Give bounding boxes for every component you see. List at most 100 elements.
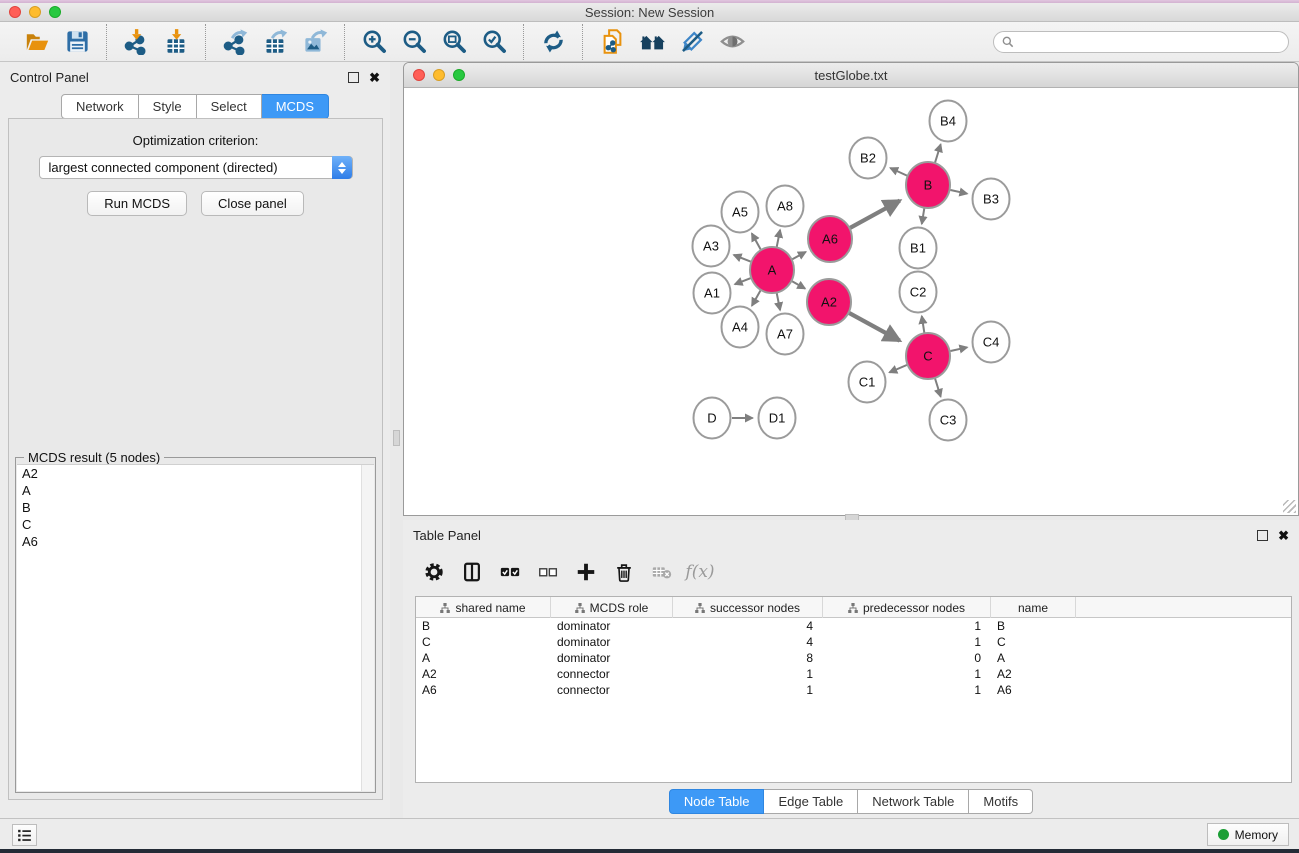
zoom-fit-button[interactable] (434, 25, 474, 59)
vertical-splitter[interactable] (390, 62, 403, 818)
node-B3[interactable]: B3 (973, 179, 1010, 220)
node-A7[interactable]: A7 (767, 314, 804, 355)
column-header-MCDS-role[interactable]: MCDS role (551, 597, 673, 618)
columns-button[interactable] (455, 555, 489, 589)
edge-A-A8[interactable] (777, 230, 781, 248)
table-row[interactable]: A2connector11A2 (416, 666, 1291, 682)
mcds-result-item[interactable]: A (17, 482, 374, 499)
network-document-button[interactable] (592, 25, 632, 59)
delete-button[interactable] (607, 555, 641, 589)
refresh-button[interactable] (533, 25, 573, 59)
edge-C-C2[interactable] (922, 316, 925, 333)
zoom-in-button[interactable] (354, 25, 394, 59)
edge-B-B2[interactable] (890, 168, 907, 176)
edge-A-A6[interactable] (792, 252, 806, 259)
export-table-button[interactable] (255, 25, 295, 59)
edge-A-A4[interactable] (752, 290, 761, 306)
node-A[interactable]: A (750, 247, 794, 293)
export-network-button[interactable] (215, 25, 255, 59)
node-D[interactable]: D (694, 398, 731, 439)
node-A6[interactable]: A6 (808, 216, 852, 262)
edge-C-C4[interactable] (951, 347, 968, 351)
search-input[interactable] (993, 31, 1289, 53)
node-C4[interactable]: C4 (973, 322, 1010, 363)
home-pair-button[interactable] (632, 25, 672, 59)
add-column-button[interactable] (569, 555, 603, 589)
close-panel-icon[interactable]: ✖ (369, 72, 380, 83)
import-table-button[interactable] (156, 25, 196, 59)
scrollbar-track[interactable] (361, 465, 374, 791)
column-header-name[interactable]: name (991, 597, 1076, 618)
zoom-selected-button[interactable] (474, 25, 514, 59)
table-row[interactable]: A6connector11A6 (416, 682, 1291, 698)
tab-network[interactable]: Network (61, 94, 139, 119)
tab-motifs[interactable]: Motifs (969, 789, 1033, 814)
node-B1[interactable]: B1 (900, 228, 937, 269)
open-session-button[interactable] (17, 25, 57, 59)
import-network-button[interactable] (116, 25, 156, 59)
node-A3[interactable]: A3 (693, 226, 730, 267)
node-A4[interactable]: A4 (722, 307, 759, 348)
hide-annotations-button[interactable] (672, 25, 712, 59)
mcds-result-list[interactable]: A2ABCA6 (17, 464, 374, 791)
close-table-panel-icon[interactable]: ✖ (1278, 530, 1289, 541)
main-titlebar[interactable]: Session: New Session (0, 3, 1299, 22)
zoom-out-button[interactable] (394, 25, 434, 59)
edge-C-C3[interactable] (935, 378, 941, 397)
splitter-grip[interactable] (393, 430, 400, 446)
deselect-all-button[interactable] (531, 555, 565, 589)
edge-A2-C[interactable] (849, 313, 900, 341)
edge-B-B1[interactable] (922, 208, 925, 224)
edge-A6-B[interactable] (850, 201, 900, 228)
node-D1[interactable]: D1 (759, 398, 796, 439)
float-panel-icon[interactable] (348, 72, 359, 83)
node-C2[interactable]: C2 (900, 272, 937, 313)
resize-grip-icon[interactable] (1283, 500, 1296, 513)
node-C[interactable]: C (906, 333, 950, 379)
select-all-button[interactable] (493, 555, 527, 589)
gear-button[interactable] (417, 555, 451, 589)
node-C1[interactable]: C1 (849, 362, 886, 403)
edge-C-C1[interactable] (889, 365, 906, 372)
tab-mcds[interactable]: MCDS (262, 94, 329, 119)
mcds-result-item[interactable]: A2 (17, 465, 374, 482)
column-header-predecessor-nodes[interactable]: predecessor nodes (823, 597, 991, 618)
edge-B-B4[interactable] (935, 144, 941, 163)
float-table-panel-icon[interactable] (1257, 530, 1268, 541)
edge-A-A2[interactable] (792, 281, 805, 288)
edge-A-A3[interactable] (734, 255, 751, 262)
task-history-button[interactable] (12, 824, 37, 846)
node-A5[interactable]: A5 (722, 192, 759, 233)
mcds-result-item[interactable]: B (17, 499, 374, 516)
edge-B-B3[interactable] (951, 190, 968, 194)
table-row[interactable]: Cdominator41C (416, 634, 1291, 650)
tab-node-table[interactable]: Node Table (669, 789, 765, 814)
node-B4[interactable]: B4 (930, 101, 967, 142)
table-row[interactable]: Bdominator41B (416, 618, 1291, 634)
table-row[interactable]: Adominator80A (416, 650, 1291, 666)
optimization-criterion-dropdown[interactable]: largest connected component (directed) (39, 156, 353, 179)
network-canvas[interactable]: B4 B2 B B3 B1 A5 A8 A6 A3 A A1 A2 C2 (405, 88, 1297, 514)
memory-button[interactable]: Memory (1207, 823, 1289, 846)
node-B[interactable]: B (906, 162, 950, 208)
node-A1[interactable]: A1 (694, 273, 731, 314)
edge-A-A5[interactable] (752, 233, 761, 250)
close-panel-button[interactable]: Close panel (201, 191, 304, 216)
eye-button[interactable] (712, 25, 752, 59)
node-A8[interactable]: A8 (767, 186, 804, 227)
column-header-shared-name[interactable]: shared name (416, 597, 551, 618)
mcds-result-item[interactable]: A6 (17, 533, 374, 550)
node-C3[interactable]: C3 (930, 400, 967, 441)
network-window-titlebar[interactable]: testGlobe.txt (404, 63, 1298, 88)
tab-network-table[interactable]: Network Table (858, 789, 969, 814)
mcds-result-item[interactable]: C (17, 516, 374, 533)
node-B2[interactable]: B2 (850, 138, 887, 179)
run-mcds-button[interactable]: Run MCDS (87, 191, 187, 216)
node-A2[interactable]: A2 (807, 279, 851, 325)
edge-A-A1[interactable] (735, 278, 751, 284)
column-header-successor-nodes[interactable]: successor nodes (673, 597, 823, 618)
save-session-button[interactable] (57, 25, 97, 59)
edge-A-A7[interactable] (777, 293, 781, 311)
tab-style[interactable]: Style (139, 94, 197, 119)
export-image-button[interactable] (295, 25, 335, 59)
